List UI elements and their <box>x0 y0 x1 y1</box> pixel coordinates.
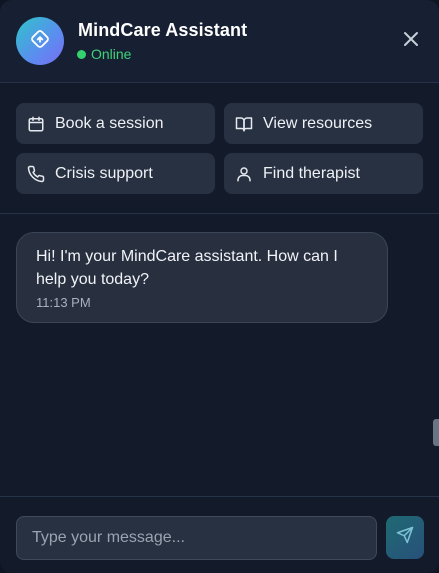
book-open-icon <box>235 115 253 133</box>
book-session-button[interactable]: Book a session <box>16 103 215 144</box>
find-therapist-button[interactable]: Find therapist <box>224 153 423 194</box>
chat-widget: MindCare Assistant Online Book a session <box>0 0 439 573</box>
message-timestamp: 11:13 PM <box>36 295 91 310</box>
chat-header: MindCare Assistant Online <box>0 0 439 83</box>
book-session-label: Book a session <box>55 114 164 132</box>
online-status: Online <box>77 46 131 62</box>
online-dot-icon <box>77 49 86 59</box>
assistant-avatar <box>16 17 64 65</box>
message-input[interactable] <box>16 516 377 560</box>
scrollbar-thumb[interactable] <box>433 419 439 446</box>
brain-chat-icon <box>29 28 51 55</box>
assistant-message: Hi! I'm your MindCare assistant. How can… <box>16 232 388 323</box>
quick-actions: Book a session View resources Crisis sup… <box>0 83 439 214</box>
send-button[interactable] <box>386 516 424 559</box>
close-button[interactable] <box>401 31 421 51</box>
view-resources-button[interactable]: View resources <box>224 103 423 144</box>
user-icon <box>235 165 253 183</box>
close-icon <box>402 30 420 53</box>
view-resources-label: View resources <box>263 114 373 132</box>
phone-icon <box>27 165 45 183</box>
message-list: Hi! I'm your MindCare assistant. How can… <box>0 214 439 496</box>
status-label: Online <box>91 46 132 62</box>
chat-title: MindCare Assistant <box>78 20 248 40</box>
calendar-icon <box>27 115 45 133</box>
crisis-support-label: Crisis support <box>55 164 153 182</box>
message-text: Hi! I'm your MindCare assistant. How can… <box>36 248 338 288</box>
send-icon <box>396 526 414 549</box>
message-composer <box>0 496 439 573</box>
crisis-support-button[interactable]: Crisis support <box>16 153 215 194</box>
find-therapist-label: Find therapist <box>263 164 360 182</box>
